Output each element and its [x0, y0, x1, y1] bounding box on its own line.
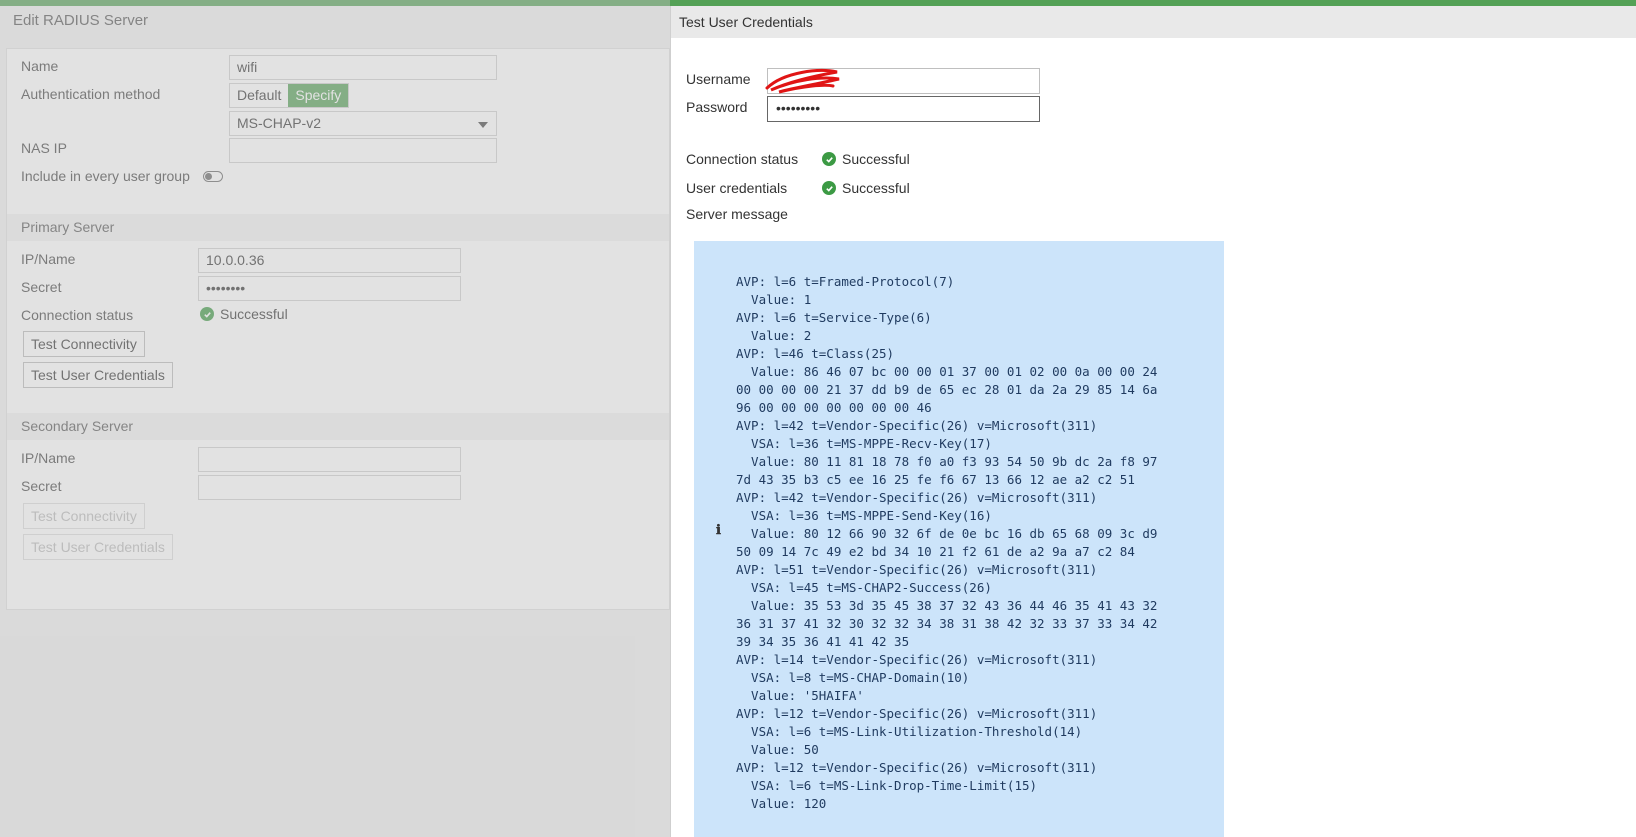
test-credentials-panel: Test User Credentials Username Password … — [670, 6, 1636, 837]
password-label: Password — [686, 99, 748, 115]
user-credentials-value: Successful — [842, 180, 910, 196]
server-message-text: AVP: l=6 t=Framed-Protocol(7) Value: 1 A… — [736, 274, 1158, 811]
user-credentials-label: User credentials — [686, 180, 788, 196]
check-circle-icon — [822, 152, 836, 166]
server-message-box: ℹ AVP: l=6 t=Framed-Protocol(7) Value: 1… — [694, 241, 1224, 837]
check-circle-icon — [822, 181, 836, 195]
modal-backdrop[interactable] — [0, 0, 670, 837]
panel-title: Test User Credentials — [671, 6, 1636, 38]
server-message-label: Server message — [686, 206, 788, 222]
user-credentials-status: Successful — [822, 180, 910, 196]
connection-status-label: Connection status — [686, 151, 799, 167]
username-label: Username — [686, 71, 751, 87]
connection-status-value: Successful — [842, 151, 910, 167]
redaction-scribble — [765, 69, 840, 94]
password-input[interactable]: ••••••••• — [767, 96, 1040, 122]
info-icon: ℹ — [716, 523, 721, 538]
connection-status: Successful — [822, 151, 910, 167]
